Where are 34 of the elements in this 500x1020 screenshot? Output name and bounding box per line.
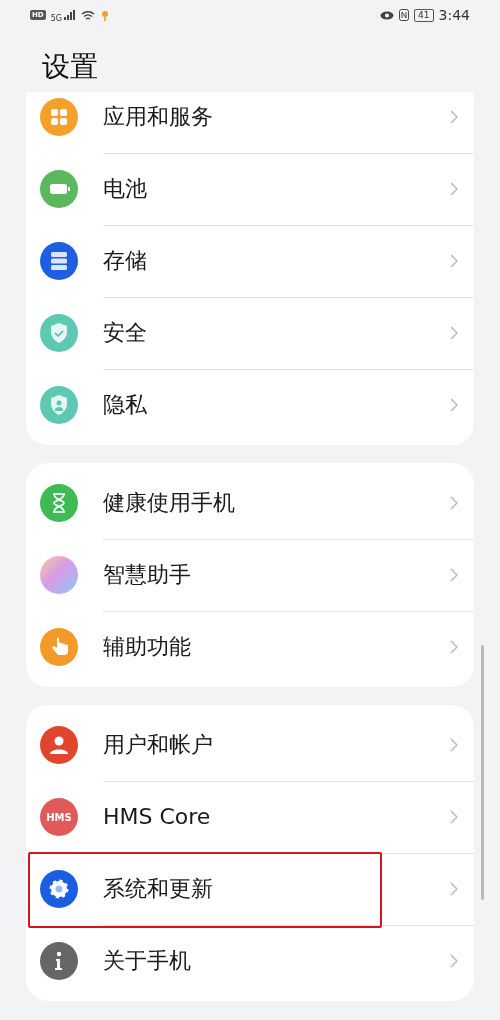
nfc-icon <box>399 9 410 21</box>
settings-item[interactable]: 电池 <box>26 153 474 225</box>
settings-item[interactable]: 辅助功能 <box>26 611 474 683</box>
settings-item[interactable]: 用户和帐户 <box>26 709 474 781</box>
eye-icon <box>380 10 395 20</box>
settings-item[interactable]: 隐私 <box>26 369 474 441</box>
chevron-icon <box>450 325 458 340</box>
settings-item[interactable]: 系统和更新 <box>26 853 474 925</box>
status-time: 3:44 <box>438 7 470 23</box>
chevron-icon <box>450 495 458 510</box>
chevron-icon <box>450 253 458 268</box>
wifi-icon <box>80 9 95 21</box>
chevron-icon <box>450 737 458 752</box>
chevron-icon <box>450 809 458 824</box>
settings-item[interactable]: HMS HMS Core <box>26 781 474 853</box>
settings-item[interactable]: 应用和服务 <box>26 92 474 153</box>
chevron-icon <box>450 109 458 124</box>
page-title: 设置 <box>42 49 98 85</box>
chevron-icon <box>450 567 458 582</box>
chevron-icon <box>450 881 458 896</box>
chevron-icon <box>450 640 458 654</box>
notification-icon <box>99 9 110 21</box>
battery-indicator: 41 <box>414 8 434 22</box>
settings-item[interactable]: 健康使用手机 <box>26 467 474 539</box>
chevron-icon <box>450 181 458 196</box>
settings-item[interactable]: 存储 <box>26 225 474 297</box>
chevron-icon <box>450 954 458 968</box>
hms-icon: HMS <box>40 798 78 836</box>
network-label: 5G <box>50 14 62 23</box>
settings-item[interactable]: 关于手机 <box>26 925 474 997</box>
settings-item[interactable]: 智慧助手 <box>26 539 474 611</box>
signal-icon <box>63 10 76 20</box>
settings-item[interactable]: 安全 <box>26 297 474 369</box>
chevron-icon <box>450 398 458 412</box>
